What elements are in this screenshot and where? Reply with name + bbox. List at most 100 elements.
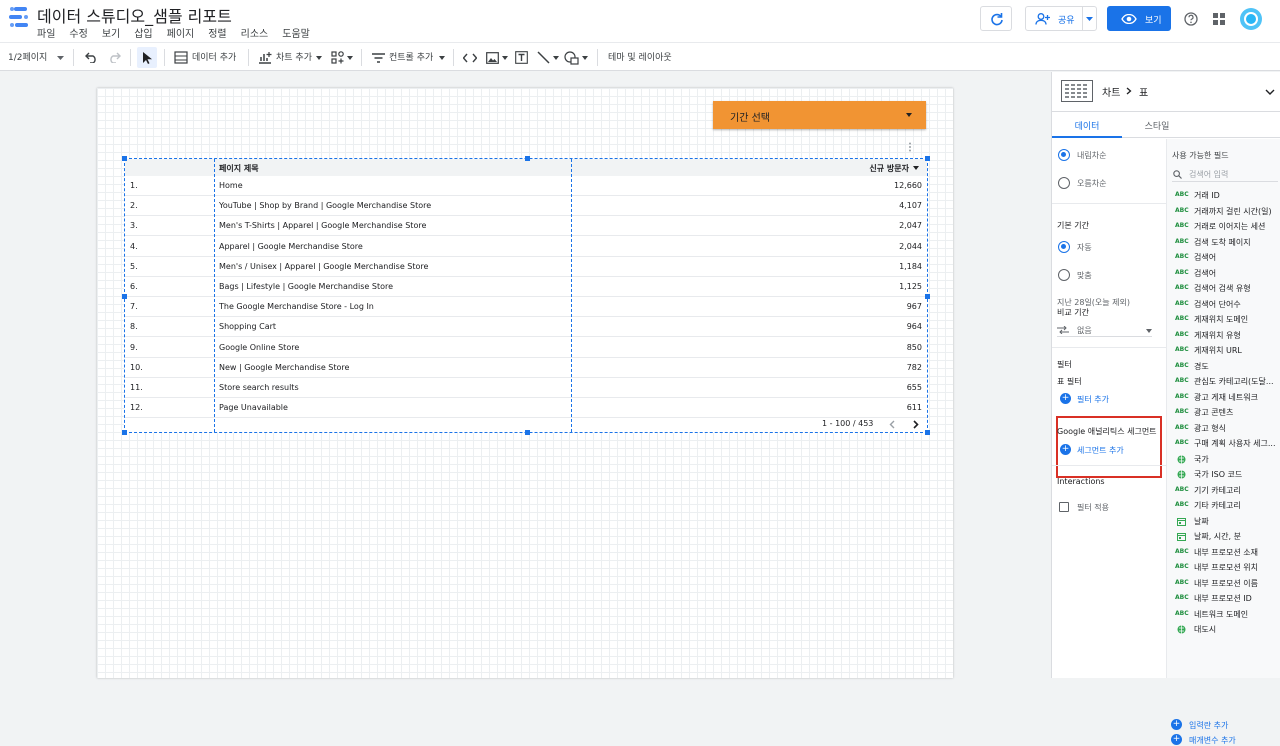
- page-indicator[interactable]: 1/2페이지: [8, 50, 47, 63]
- field-item[interactable]: ABC 구매 계획 사용자 세그...: [1175, 437, 1280, 452]
- field-item[interactable]: ABC 게재위치 유형: [1175, 329, 1280, 344]
- range-auto-radio[interactable]: [1058, 241, 1070, 253]
- redo-icon[interactable]: [108, 52, 121, 63]
- resize-handle[interactable]: [122, 430, 127, 435]
- view-button[interactable]: 보기: [1107, 6, 1171, 31]
- more-vert-icon[interactable]: [908, 142, 912, 152]
- field-item[interactable]: ABC 광고 콘텐츠: [1175, 406, 1280, 421]
- menu-resource[interactable]: 리소스: [241, 25, 269, 40]
- compare-select[interactable]: 없음: [1057, 321, 1152, 337]
- field-item[interactable]: ABC 내부 프로모션 ID: [1175, 592, 1280, 607]
- field-item[interactable]: ABC 관심도 카테고리(도달...: [1175, 375, 1280, 390]
- add-chart-button[interactable]: 차트 추가: [276, 50, 312, 63]
- embed-code-icon[interactable]: [463, 53, 477, 63]
- breadcrumb-chart[interactable]: 차트: [1102, 84, 1120, 99]
- field-item[interactable]: ABC 거래까지 걸린 시간(일): [1175, 205, 1280, 220]
- range-custom-radio[interactable]: [1058, 269, 1070, 281]
- sort-asc-radio[interactable]: [1058, 177, 1070, 189]
- resize-handle[interactable]: [122, 156, 127, 161]
- menu-file[interactable]: 파일: [37, 25, 55, 40]
- add-filter-plus-icon[interactable]: +: [1060, 393, 1071, 404]
- field-item[interactable]: ABC 검색어 단어수: [1175, 298, 1280, 313]
- table-row[interactable]: 7. The Google Merchandise Store - Log In 9…: [125, 297, 927, 318]
- tab-data[interactable]: 데이터: [1052, 112, 1122, 138]
- field-item[interactable]: ABC 검색 도착 페이지: [1175, 236, 1280, 251]
- chevron-down-icon[interactable]: [57, 56, 64, 60]
- add-control-button[interactable]: 컨트롤 추가: [389, 50, 433, 63]
- column-header-new-visitors[interactable]: 신규 방문자: [869, 163, 909, 174]
- table-row[interactable]: 12. Page Unavailable 611: [125, 398, 927, 419]
- field-item[interactable]: ABC 광고 게재 네트워크: [1175, 391, 1280, 406]
- date-range-control[interactable]: 기간 선택: [713, 101, 926, 129]
- field-item[interactable]: ABC 광고 형식: [1175, 422, 1280, 437]
- table-row[interactable]: 2. YouTube | Shop by Brand | Google Merch…: [125, 196, 927, 217]
- apps-grid-icon[interactable]: [1213, 13, 1225, 25]
- data-table[interactable]: 페이지 제목 신규 방문자 1. Home 12,660 2. YouTube | Sh…: [122, 156, 930, 435]
- field-item[interactable]: 날짜, 시간, 분: [1175, 530, 1280, 545]
- field-item[interactable]: ABC 경도: [1175, 360, 1280, 375]
- chevron-left-icon[interactable]: [889, 420, 895, 429]
- table-row[interactable]: 4. Apparel | Google Merchandise Store 2,04…: [125, 237, 927, 257]
- table-row[interactable]: 8. Shopping Cart 964: [125, 317, 927, 338]
- help-icon[interactable]: [1184, 12, 1198, 26]
- tab-style[interactable]: 스타일: [1122, 112, 1192, 138]
- table-row[interactable]: 1. Home 12,660: [125, 176, 927, 196]
- chevron-down-icon[interactable]: [1265, 89, 1275, 95]
- undo-icon[interactable]: [85, 52, 98, 63]
- add-segment-plus-icon[interactable]: +: [1060, 444, 1071, 455]
- text-box-icon[interactable]: [515, 51, 528, 64]
- column-divider[interactable]: [214, 159, 215, 432]
- theme-layout-button[interactable]: 테마 및 레이아웃: [608, 50, 672, 63]
- table-row[interactable]: 5. Men's / Unisex | Apparel | Google Merc…: [125, 257, 927, 277]
- add-segment-button[interactable]: 세그먼트 추가: [1077, 445, 1124, 456]
- chevron-right-icon[interactable]: [913, 420, 919, 429]
- add-field-plus-icon[interactable]: +: [1171, 719, 1182, 730]
- field-item[interactable]: ABC 거래로 이어지는 세션: [1175, 220, 1280, 235]
- field-item[interactable]: ABC 네트워크 도메인: [1175, 608, 1280, 623]
- shape-icon[interactable]: [564, 51, 579, 65]
- field-item[interactable]: ABC 기타 카테고리: [1175, 499, 1280, 514]
- report-title[interactable]: 데이터 스튜디오_샘플 리포트: [37, 3, 232, 27]
- line-icon[interactable]: [537, 51, 550, 64]
- sort-desc-icon[interactable]: [913, 166, 919, 170]
- select-tool-button[interactable]: [137, 47, 157, 68]
- table-row[interactable]: 3. Men's T-Shirts | Apparel | Google Merc…: [125, 216, 927, 237]
- field-item[interactable]: 날짜: [1175, 515, 1280, 530]
- add-parameter-plus-icon[interactable]: +: [1171, 734, 1182, 745]
- resize-handle[interactable]: [925, 430, 930, 435]
- field-item[interactable]: ABC 검색어: [1175, 251, 1280, 266]
- table-row[interactable]: 11. Store search results 655: [125, 378, 927, 398]
- resize-handle[interactable]: [925, 156, 930, 161]
- add-parameter-button[interactable]: 매개변수 추가: [1189, 735, 1236, 746]
- menu-page[interactable]: 페이지: [167, 25, 195, 40]
- table-row[interactable]: 6. Bags | Lifestyle | Google Merchandise …: [125, 277, 927, 297]
- apply-filter-checkbox[interactable]: [1059, 502, 1069, 512]
- field-item[interactable]: ABC 검색어 검색 유형: [1175, 282, 1280, 297]
- resize-handle[interactable]: [122, 294, 127, 299]
- table-row[interactable]: 10. New | Google Merchandise Store 782: [125, 358, 927, 378]
- field-item[interactable]: ABC 내부 프로모션 소재: [1175, 546, 1280, 561]
- share-button[interactable]: 공유: [1025, 6, 1083, 31]
- field-item[interactable]: ABC 내부 프로모션 이름: [1175, 577, 1280, 592]
- add-field-button[interactable]: 입력란 추가: [1189, 720, 1228, 731]
- field-item[interactable]: ABC 내부 프로모션 위치: [1175, 561, 1280, 576]
- add-filter-button[interactable]: 필터 추가: [1077, 394, 1109, 405]
- sort-desc-radio[interactable]: [1058, 149, 1070, 161]
- resize-handle[interactable]: [925, 294, 930, 299]
- field-search-input[interactable]: 검색어 입력: [1172, 166, 1278, 182]
- community-viz-icon[interactable]: [331, 51, 345, 64]
- field-item[interactable]: ABC 게재위치 URL: [1175, 344, 1280, 359]
- report-canvas[interactable]: 기간 선택 페이지 제목 신규 방문자 1. Home 12,660 2. YouTub…: [97, 88, 953, 678]
- field-item[interactable]: ABC 기기 카테고리: [1175, 484, 1280, 499]
- resize-handle[interactable]: [525, 430, 530, 435]
- image-icon[interactable]: [486, 52, 499, 64]
- menu-insert[interactable]: 삽입: [134, 25, 152, 40]
- data-studio-logo-icon[interactable]: [9, 6, 29, 28]
- field-item[interactable]: ABC 검색어: [1175, 267, 1280, 282]
- menu-help[interactable]: 도움말: [282, 25, 310, 40]
- menu-edit[interactable]: 수정: [69, 25, 87, 40]
- field-item[interactable]: 국가 ISO 코드: [1175, 468, 1280, 483]
- field-item[interactable]: 대도시: [1175, 623, 1280, 638]
- field-item[interactable]: ABC 거래 ID: [1175, 189, 1280, 204]
- share-dropdown-button[interactable]: [1082, 6, 1097, 31]
